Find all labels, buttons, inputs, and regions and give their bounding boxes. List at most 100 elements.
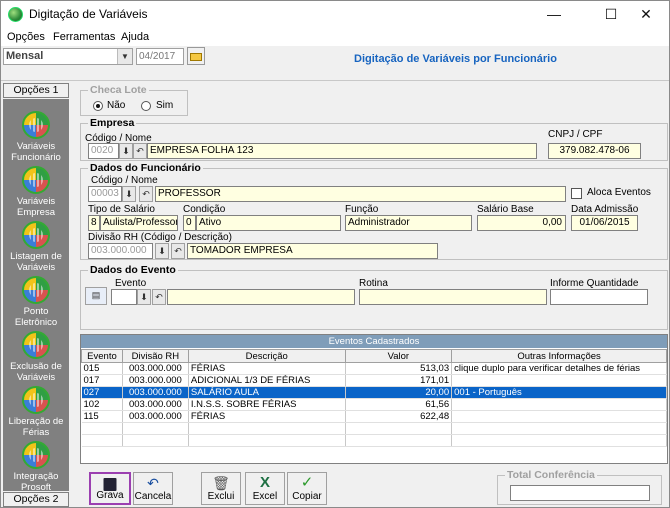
copiar-label: Copiar (292, 491, 322, 502)
grava-label: Grava (96, 490, 124, 501)
table-row[interactable]: 102 003.000.000 I.N.S.S. SOBRE FÉRIAS 61… (81, 398, 667, 411)
cell-outras (451, 410, 667, 423)
book-icon[interactable]: ▤ (85, 287, 107, 305)
sidebar-tab-opcoes-2[interactable]: Opções 2 (3, 492, 69, 507)
funcionario-name-field[interactable]: PROFESSOR (155, 186, 566, 202)
undo-icon[interactable]: ↶ (152, 289, 166, 305)
grava-button[interactable]: Grava (89, 472, 131, 505)
sidebar-tab-opcoes-1[interactable]: Opções 1 (3, 83, 69, 98)
column-header-valor[interactable]: Valor (344, 349, 453, 363)
checa-lote-label: Checa Lote (88, 84, 149, 96)
divisao-code-field[interactable]: 003.000.000 (88, 243, 153, 259)
sidebar-item-ponto-eletronico[interactable]: Ponto Eletrônico (3, 276, 69, 328)
sidebar-item-exclusao-variaveis[interactable]: Exclusão de Variáveis (3, 331, 69, 383)
funcao-field[interactable]: Administrador (345, 215, 472, 231)
evento-name-field[interactable] (167, 289, 355, 305)
empresa-name-field[interactable]: EMPRESA FOLHA 123 (147, 143, 537, 159)
page-title: Digitação de Variáveis por Funcionário (354, 53, 557, 65)
cell-divisao: 003.000.000 (122, 374, 189, 387)
sidebar-item-variaveis-funcionario[interactable]: Variáveis Funcionário (3, 111, 69, 163)
download-icon[interactable]: ⬇ (119, 143, 133, 159)
salario-base-field[interactable]: 0,00 (477, 215, 566, 231)
undo-icon[interactable]: ↶ (139, 186, 153, 202)
quantidade-field[interactable] (550, 289, 648, 305)
cell-valor: 61,56 (345, 398, 453, 411)
copiar-button[interactable]: ✓ Copiar (287, 472, 327, 505)
table-row[interactable]: 017 003.000.000 ADICIONAL 1/3 DE FÉRIAS … (81, 374, 667, 387)
open-folder-button[interactable] (187, 47, 205, 65)
eventos-grid: Eventos Cadastrados Evento Divisão RH De… (80, 334, 668, 464)
excel-button[interactable]: X Excel (245, 472, 285, 505)
column-header-descricao[interactable]: Descrição (187, 349, 346, 363)
globe-icon (22, 111, 50, 139)
empresa-group: Empresa Código / Nome 0020 ⬇ ↶ EMPRESA F… (80, 117, 668, 161)
minimize-button[interactable]: — (531, 1, 577, 29)
undo-icon[interactable]: ↶ (171, 243, 185, 259)
download-icon[interactable]: ⬇ (137, 289, 151, 305)
sidebar-item-integracao-prosoft[interactable]: Integração Prosoft (3, 441, 69, 493)
divisao-rh-label: Divisão RH (Código / Descrição) (88, 232, 232, 243)
cnpj-field[interactable]: 379.082.478-06 (548, 143, 641, 159)
divider (1, 80, 669, 81)
close-button[interactable]: ✕ (623, 1, 669, 29)
table-row[interactable] (81, 434, 667, 447)
informe-quantidade-label: Informe Quantidade (550, 278, 639, 289)
table-row-selected[interactable]: 027 003.000.000 SALÁRIO AULA 20,00 001 -… (81, 386, 667, 399)
period-select[interactable]: Mensal ▼ (3, 48, 133, 65)
data-admissao-label: Data Admissão (571, 204, 639, 215)
sidebar-item-label: Liberação de Férias (8, 416, 64, 438)
table-row[interactable]: 115 003.000.000 FÉRIAS 622,48 (81, 410, 667, 423)
condicao-code-field[interactable]: 0 (183, 215, 196, 231)
empresa-code-field[interactable]: 0020 (88, 143, 119, 159)
sidebar-item-liberacao-ferias[interactable]: Liberação de Férias (3, 386, 69, 438)
evento-group-label: Dados do Evento (88, 264, 178, 276)
globe-icon (22, 166, 50, 194)
title-bar: Digitação de Variáveis — ☐ ✕ (1, 1, 669, 29)
table-row[interactable] (81, 422, 667, 435)
undo-icon[interactable]: ↶ (133, 143, 147, 159)
tipo-salario-name-field[interactable]: Aulista/Professor (100, 215, 178, 231)
column-header-divisao[interactable]: Divisão RH (121, 349, 189, 363)
cell-evento: 015 (81, 362, 123, 375)
cell-evento: 102 (81, 398, 123, 411)
trash-icon: 🗑 (212, 475, 230, 491)
column-header-evento[interactable]: Evento (81, 349, 123, 363)
condicao-name-field[interactable]: Ativo (196, 215, 341, 231)
column-header-outras[interactable]: Outras Informações (451, 349, 667, 363)
download-icon[interactable]: ⬇ (155, 243, 169, 259)
cell-descricao: FÉRIAS (188, 362, 346, 375)
cancela-button[interactable]: ↶ Cancela (133, 472, 173, 505)
cell-divisao: 003.000.000 (122, 410, 189, 423)
radio-sim[interactable] (141, 101, 151, 111)
sidebar-item-variaveis-empresa[interactable]: Variáveis Empresa (3, 166, 69, 218)
rotina-label: Rotina (359, 278, 388, 289)
cell-descricao: ADICIONAL 1/3 DE FÉRIAS (188, 374, 346, 387)
exclui-button[interactable]: 🗑 Exclui (201, 472, 241, 505)
divisao-name-field[interactable]: TOMADOR EMPRESA (187, 243, 438, 259)
cell-outras: clique duplo para verificar detalhes de … (451, 362, 667, 375)
cell-outras (451, 374, 667, 387)
cell-valor: 513,03 (345, 362, 453, 375)
evento-code-field[interactable] (111, 289, 137, 305)
aloca-eventos-label: Aloca Eventos (587, 187, 651, 198)
funcionario-label: Dados do Funcionário (88, 162, 203, 174)
data-admissao-field[interactable]: 01/06/2015 (571, 215, 638, 231)
menu-ferramentas[interactable]: Ferramentas (53, 31, 115, 43)
download-icon[interactable]: ⬇ (122, 186, 136, 202)
funcionario-code-field[interactable]: 00003 (88, 186, 122, 202)
radio-nao[interactable] (93, 101, 103, 111)
menu-ajuda[interactable]: Ajuda (121, 31, 149, 43)
cell-divisao: 003.000.000 (122, 398, 189, 411)
funcionario-group: Dados do Funcionário Código / Nome 00003… (80, 162, 668, 260)
aloca-eventos-checkbox[interactable] (571, 188, 582, 199)
tipo-salario-code-field[interactable]: 8 (88, 215, 100, 231)
cell-divisao: 003.000.000 (122, 362, 189, 375)
table-row[interactable]: 015 003.000.000 FÉRIAS 513,03 clique dup… (81, 362, 667, 375)
sidebar-item-label: Integração Prosoft (13, 471, 59, 493)
sidebar-item-listagem-variaveis[interactable]: Listagem de Variáveis (3, 221, 69, 273)
chevron-down-icon[interactable]: ▼ (117, 49, 132, 64)
menu-opcoes[interactable]: Opções (7, 31, 45, 43)
evento-group: Dados do Evento ▤ Evento ⬇ ↶ Rotina Info… (80, 264, 668, 330)
rotina-field[interactable] (359, 289, 547, 305)
competencia-input[interactable]: 04/2017 (136, 48, 184, 65)
